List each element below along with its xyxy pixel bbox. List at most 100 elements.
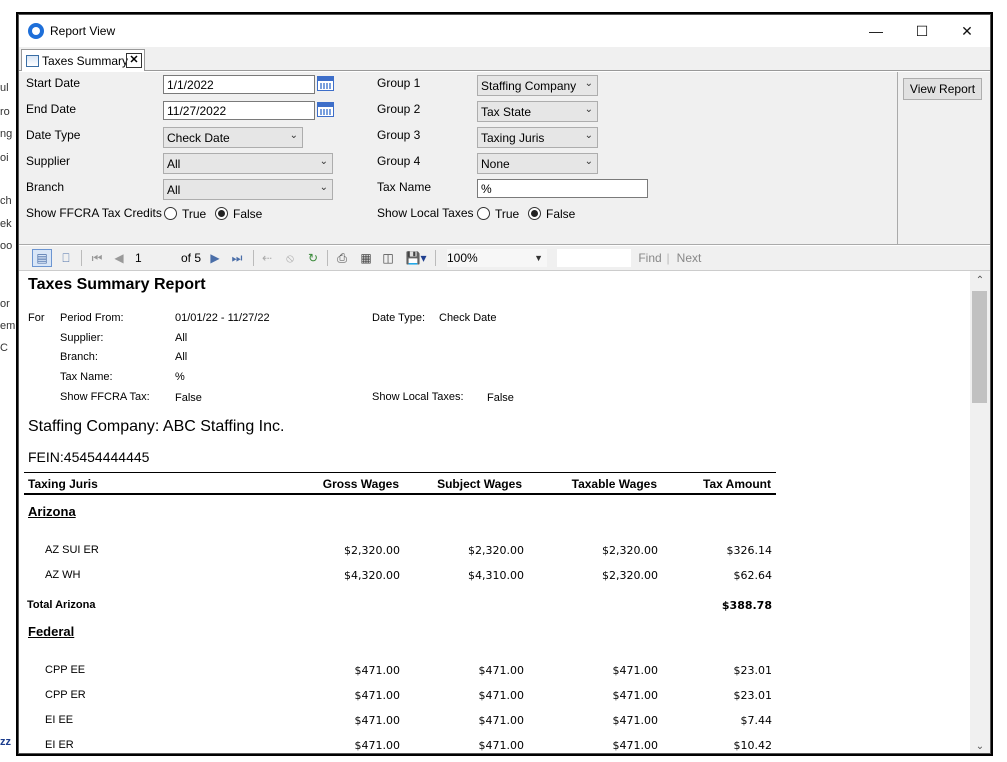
- print-icon[interactable]: ⎙: [333, 249, 351, 267]
- tab-taxes-summary[interactable]: Taxes Summary ✕: [21, 49, 145, 71]
- total-arizona-value: $388.78: [721, 599, 772, 612]
- ffcra-label: Show FFCRA Tax:: [60, 391, 150, 403]
- app-icon: [28, 23, 44, 39]
- local-true-label[interactable]: True: [495, 207, 519, 221]
- tax-name-label: Tax Name:: [60, 371, 113, 383]
- next-page-icon[interactable]: ▶: [207, 249, 223, 267]
- back-icon[interactable]: ⇠: [259, 249, 275, 267]
- report-title: Taxes Summary Report: [28, 276, 206, 293]
- group3-select[interactable]: Taxing Juris ⌄: [477, 127, 598, 148]
- stop-icon[interactable]: ⦸: [282, 249, 298, 267]
- row-taxing-juris: AZ WH: [45, 569, 81, 581]
- row-tax-amount: $62.64: [733, 569, 773, 582]
- minimize-button[interactable]: —: [853, 15, 899, 47]
- ffcra-label: Show FFCRA Tax Credits: [26, 206, 162, 220]
- document-tab-strip: Taxes Summary ✕: [19, 47, 990, 71]
- chevron-down-icon: ⌄: [584, 130, 593, 141]
- chevron-down-icon: ⌄: [289, 130, 298, 141]
- row-taxing-juris: EI ER: [45, 739, 74, 751]
- page-setup-icon[interactable]: ◫: [379, 249, 397, 267]
- last-page-icon[interactable]: ⏭: [229, 249, 245, 267]
- col-taxing-juris: Taxing Juris: [28, 477, 98, 491]
- branch-select[interactable]: All ⌄: [163, 179, 333, 200]
- find-text-input[interactable]: [557, 249, 631, 267]
- page-number-input[interactable]: 1: [135, 249, 165, 267]
- group2-value: Tax State: [481, 105, 532, 119]
- document-map-icon[interactable]: ▤: [32, 249, 52, 267]
- date-type-select[interactable]: Check Date ⌄: [163, 127, 303, 148]
- ffcra-true-radio[interactable]: [164, 207, 177, 220]
- row-gross-wages: $471.00: [354, 689, 401, 702]
- page-count: of 5: [180, 251, 201, 265]
- close-window-button[interactable]: ✕: [944, 15, 990, 47]
- ffcra-false-radio[interactable]: [215, 207, 228, 220]
- header-rule-bottom: [24, 493, 776, 495]
- row-taxable-wages: $471.00: [612, 689, 659, 702]
- maximize-button[interactable]: ☐: [899, 15, 945, 47]
- print-layout-icon[interactable]: ▦: [357, 249, 375, 267]
- end-date-input[interactable]: 11/27/2022: [163, 101, 315, 120]
- local-taxes-label: Show Local Taxes: [377, 206, 474, 220]
- chevron-down-icon: ⌄: [319, 156, 328, 167]
- group1-select[interactable]: Staffing Company ⌄: [477, 75, 598, 96]
- supplier-value: All: [175, 332, 188, 344]
- view-report-button[interactable]: View Report: [903, 78, 982, 100]
- start-date-input[interactable]: 1/1/2022: [163, 75, 315, 94]
- zoom-value: 100%: [447, 251, 478, 265]
- local-true-radio[interactable]: [477, 207, 490, 220]
- group2-select[interactable]: Tax State ⌄: [477, 101, 598, 122]
- date-type-value: Check Date: [439, 312, 497, 324]
- calendar-icon[interactable]: [317, 76, 334, 91]
- tax-name-input[interactable]: %: [477, 179, 648, 198]
- parameters-toggle-icon[interactable]: ⎕: [56, 249, 76, 267]
- local-false-radio[interactable]: [528, 207, 541, 220]
- previous-page-icon[interactable]: ◀: [111, 249, 127, 267]
- row-taxing-juris: AZ SUI ER: [45, 544, 99, 556]
- scroll-down-icon[interactable]: ⌄: [970, 737, 990, 753]
- ffcra-true-label[interactable]: True: [182, 207, 206, 221]
- col-subject-wages: Subject Wages: [437, 477, 522, 491]
- panel-divider: [897, 72, 898, 245]
- ffcra-value: False: [175, 392, 202, 404]
- header-rule-top: [24, 472, 776, 473]
- window-title: Report View: [50, 24, 116, 38]
- row-taxable-wages: $2,320.00: [602, 569, 658, 582]
- row-subject-wages: $471.00: [478, 739, 525, 752]
- report-scrollbar[interactable]: ⌃ ⌄: [970, 271, 990, 753]
- chevron-down-icon: ⌄: [319, 182, 328, 193]
- tab-close-button[interactable]: ✕: [126, 53, 142, 68]
- supplier-label: Supplier:: [60, 332, 104, 344]
- export-save-icon[interactable]: 💾▾: [403, 249, 429, 267]
- supplier-select[interactable]: All ⌄: [163, 153, 333, 174]
- row-taxable-wages: $2,320.00: [602, 544, 658, 557]
- date-type-label: Date Type:: [372, 312, 425, 324]
- zoom-select[interactable]: 100% ▼: [447, 249, 547, 267]
- next-link[interactable]: Next: [675, 249, 703, 267]
- local-false-label[interactable]: False: [546, 207, 575, 221]
- ffcra-false-label[interactable]: False: [233, 207, 262, 221]
- find-link[interactable]: Find: [637, 249, 663, 267]
- row-subject-wages: $471.00: [478, 664, 525, 677]
- group4-select[interactable]: None ⌄: [477, 153, 598, 174]
- group1-value: Staffing Company: [481, 79, 577, 93]
- row-taxable-wages: $471.00: [612, 714, 659, 727]
- tax-name-label: Tax Name: [377, 180, 432, 194]
- report-icon: [26, 54, 39, 67]
- group3-value: Taxing Juris: [481, 131, 545, 145]
- scroll-thumb[interactable]: [972, 291, 987, 403]
- fein-line: FEIN:45454444445: [28, 449, 150, 465]
- chevron-down-icon: ⌄: [584, 78, 593, 89]
- title-bar[interactable]: Report View — ☐ ✕: [19, 15, 990, 47]
- first-page-icon[interactable]: ⏮: [89, 249, 105, 267]
- toolbar-separator: [253, 250, 254, 266]
- scroll-up-icon[interactable]: ⌃: [970, 271, 990, 289]
- refresh-icon[interactable]: ↻: [305, 249, 321, 267]
- staffing-company-line: Staffing Company: ABC Staffing Inc.: [28, 418, 285, 435]
- toolbar-separator: [435, 250, 436, 266]
- end-date-label: End Date: [26, 102, 77, 116]
- chevron-down-icon: ▼: [534, 253, 543, 263]
- branch-label: Branch: [26, 180, 65, 194]
- period-from-label: Period From:: [60, 312, 124, 324]
- group-federal: Federal: [28, 624, 75, 639]
- calendar-icon[interactable]: [317, 102, 334, 117]
